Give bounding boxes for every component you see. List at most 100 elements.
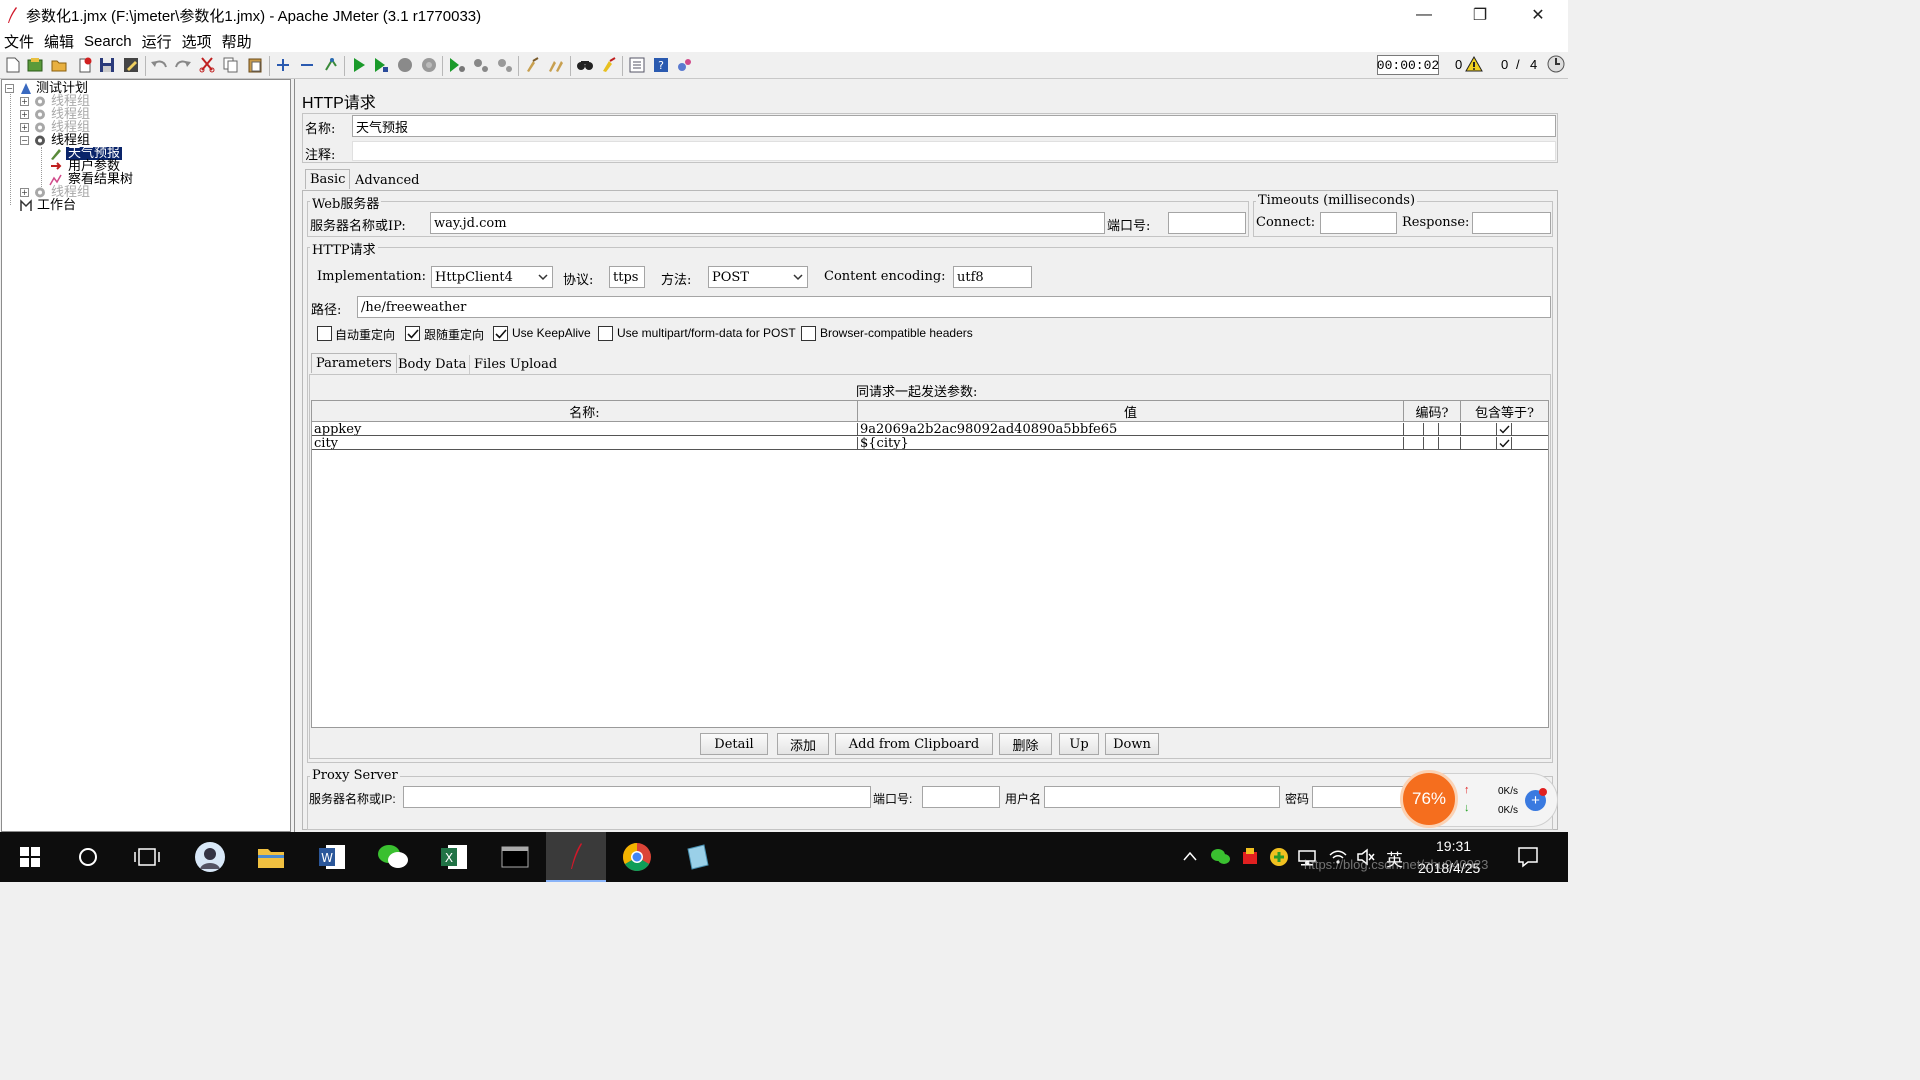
method-select[interactable]: POST <box>708 266 808 288</box>
column-header-include-equals[interactable]: 包含等于? <box>1461 401 1548 422</box>
server-input[interactable]: way.jd.com <box>430 212 1105 234</box>
name-input[interactable]: 天气预报 <box>352 115 1556 137</box>
include-equals-cell[interactable] <box>1461 437 1497 450</box>
encode-cell[interactable] <box>1424 423 1439 436</box>
param-value-cell[interactable]: 9a2069a2b2ac98092ad40890a5bbfe65 <box>858 423 1404 436</box>
implementation-select[interactable]: HttpClient4 <box>431 266 553 288</box>
tray-wechat-icon[interactable] <box>1210 848 1230 866</box>
response-timeout-input[interactable] <box>1472 212 1551 234</box>
multipart-checkbox[interactable] <box>598 326 613 341</box>
save-as-icon[interactable] <box>122 56 140 74</box>
tab-basic[interactable]: Basic <box>305 169 351 189</box>
protocol-input[interactable]: ttps <box>609 266 645 288</box>
menu-file[interactable]: 文件 <box>0 31 38 52</box>
up-button[interactable]: Up <box>1059 733 1099 755</box>
start-icon[interactable] <box>350 56 368 74</box>
encode-cell[interactable] <box>1404 423 1424 436</box>
close-button[interactable]: ✕ <box>1510 0 1566 30</box>
proxy-port-input[interactable] <box>922 786 1000 808</box>
close-plan-icon[interactable] <box>76 56 94 74</box>
undo-icon[interactable] <box>150 56 168 74</box>
help-icon[interactable]: ? <box>652 56 670 74</box>
column-header-value[interactable]: 值 <box>858 401 1404 422</box>
column-header-encode[interactable]: 编码? <box>1404 401 1461 422</box>
clear-all-icon[interactable] <box>548 56 566 74</box>
include-equals-checkbox[interactable] <box>1497 423 1512 436</box>
add-from-clipboard-button[interactable]: Add from Clipboard <box>835 733 993 755</box>
plugins-icon[interactable] <box>676 56 694 74</box>
search-icon[interactable] <box>576 56 594 74</box>
proxy-user-input[interactable] <box>1044 786 1280 808</box>
follow-redirects-checkbox[interactable] <box>405 326 420 341</box>
save-icon[interactable] <box>98 56 116 74</box>
memory-gauge[interactable]: 76% <box>1400 770 1458 828</box>
encode-cell[interactable] <box>1439 437 1461 450</box>
redo-icon[interactable] <box>174 56 192 74</box>
remote-shutdown-icon[interactable] <box>496 56 514 74</box>
open-icon[interactable] <box>50 56 68 74</box>
templates-icon[interactable] <box>26 56 44 74</box>
paste-icon[interactable] <box>246 56 264 74</box>
start-button[interactable] <box>0 832 60 882</box>
tab-parameters[interactable]: Parameters <box>311 353 397 373</box>
include-equals-cell[interactable] <box>1512 423 1548 436</box>
encode-cell[interactable] <box>1439 423 1461 436</box>
menu-options[interactable]: 选项 <box>178 31 216 52</box>
clock-time[interactable]: 19:31 <box>1436 838 1471 854</box>
table-row[interactable]: appkey 9a2069a2b2ac98092ad40890a5bbfe65 <box>312 423 1548 437</box>
content-encoding-input[interactable]: utf8 <box>953 266 1032 288</box>
encode-cell[interactable] <box>1424 437 1439 450</box>
new-icon[interactable] <box>4 56 22 74</box>
toggle-icon[interactable] <box>322 56 340 74</box>
task-view-button[interactable] <box>117 832 177 882</box>
reset-search-icon[interactable] <box>600 56 618 74</box>
cut-icon[interactable] <box>198 56 216 74</box>
tray-app-icon[interactable] <box>1240 846 1260 866</box>
remote-stop-icon[interactable] <box>472 56 490 74</box>
port-input[interactable] <box>1168 212 1246 234</box>
proxy-pass-input[interactable] <box>1312 786 1412 808</box>
tab-body-data[interactable]: Body Data <box>394 355 470 374</box>
expand-toggle[interactable]: + <box>20 123 29 132</box>
maximize-button[interactable]: ❐ <box>1452 0 1508 30</box>
tab-files-upload[interactable]: Files Upload <box>469 355 561 374</box>
proxy-server-input[interactable] <box>403 786 871 808</box>
down-button[interactable]: Down <box>1105 733 1159 755</box>
expand-toggle[interactable]: + <box>20 188 29 197</box>
taskbar-app-word[interactable]: W <box>302 832 362 882</box>
include-equals-cell[interactable] <box>1461 423 1497 436</box>
menu-edit[interactable]: 编辑 <box>40 31 78 52</box>
tray-plus-icon[interactable] <box>1269 847 1289 867</box>
follow-redirects-auto-checkbox[interactable] <box>317 326 332 341</box>
include-equals-cell[interactable] <box>1512 437 1548 450</box>
param-name-cell[interactable]: city <box>312 437 858 450</box>
taskbar-app-qq[interactable] <box>180 832 240 882</box>
remote-start-icon[interactable] <box>448 56 466 74</box>
taskbar-app-wechat[interactable] <box>363 832 423 882</box>
add-button[interactable]: 添加 <box>777 733 829 755</box>
encode-cell[interactable] <box>1404 437 1424 450</box>
shutdown-icon[interactable] <box>420 56 438 74</box>
taskbar-app-excel[interactable]: X <box>424 832 484 882</box>
taskbar-app-explorer[interactable] <box>241 832 301 882</box>
expand-all-icon[interactable] <box>274 56 292 74</box>
param-value-cell[interactable]: ${city} <box>858 437 1404 450</box>
expand-toggle[interactable]: + <box>20 97 29 106</box>
keepalive-checkbox[interactable] <box>493 326 508 341</box>
browser-headers-checkbox[interactable] <box>801 326 816 341</box>
action-center-icon[interactable] <box>1517 846 1539 868</box>
tab-advanced[interactable]: Advanced <box>351 171 423 190</box>
comment-input[interactable] <box>352 141 1556 161</box>
connect-timeout-input[interactable] <box>1320 212 1397 234</box>
include-equals-checkbox[interactable] <box>1497 437 1512 450</box>
collapse-toggle[interactable]: − <box>20 136 29 145</box>
start-no-pauses-icon[interactable] <box>372 56 390 74</box>
collapse-all-icon[interactable] <box>298 56 316 74</box>
minimize-button[interactable]: — <box>1396 0 1452 30</box>
table-row[interactable]: city ${city} <box>312 437 1548 451</box>
collapse-toggle[interactable]: − <box>5 84 14 93</box>
copy-icon[interactable] <box>222 56 240 74</box>
menu-help[interactable]: 帮助 <box>218 31 256 52</box>
taskbar-app-jmeter[interactable] <box>546 832 606 882</box>
delete-button[interactable]: 删除 <box>999 733 1052 755</box>
